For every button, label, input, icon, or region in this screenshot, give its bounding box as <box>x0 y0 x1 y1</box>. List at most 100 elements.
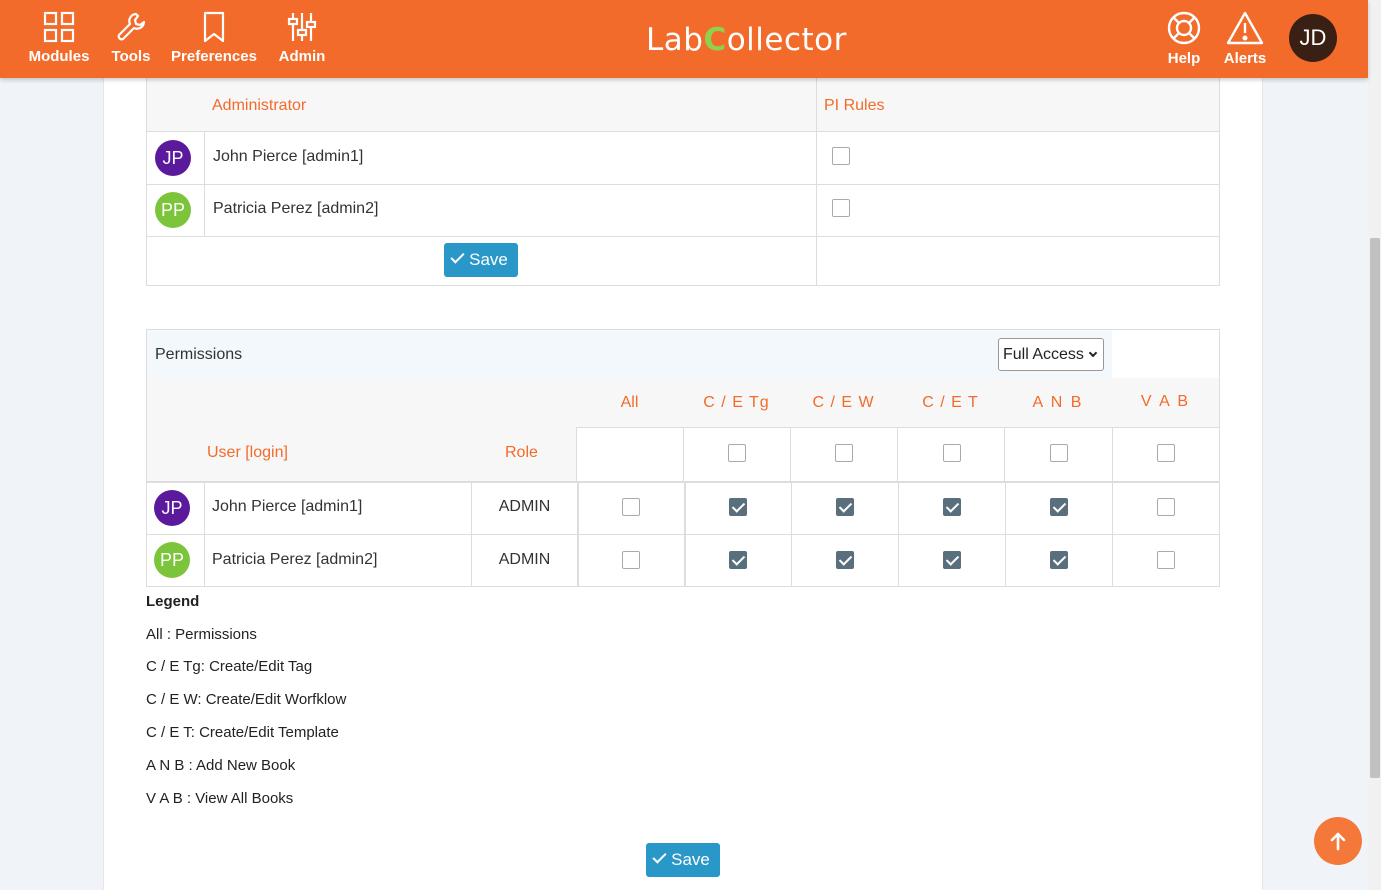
nav-preferences-label: Preferences <box>171 48 257 65</box>
nav-preferences[interactable]: Preferences <box>170 10 258 65</box>
save-button-label: Save <box>469 250 508 269</box>
avatar: PP <box>154 542 190 578</box>
nav-help[interactable]: Help <box>1164 10 1204 67</box>
page-scrollbar-thumb[interactable] <box>1370 238 1380 778</box>
perm-all-checkbox[interactable] <box>622 498 640 516</box>
perm-cew-checkbox[interactable] <box>836 498 854 516</box>
admin-pi-table: Administrator PI Rules JP John Pierce [a… <box>146 78 1220 286</box>
col-divider <box>1112 427 1113 482</box>
col-anb[interactable]: A N B <box>1004 394 1112 412</box>
col-user-login[interactable]: User [login] <box>207 444 288 462</box>
col-cew[interactable]: C / E W <box>790 394 897 412</box>
user-avatar[interactable]: JD <box>1289 14 1337 62</box>
admin-table-header <box>147 78 1219 132</box>
col-divider <box>898 482 899 586</box>
select-all-anb-checkbox[interactable] <box>1050 444 1068 462</box>
perm-anb-checkbox[interactable] <box>1050 498 1068 516</box>
col-divider <box>791 482 792 586</box>
save-permissions-button[interactable]: Save <box>646 843 720 877</box>
col-divider <box>577 482 579 586</box>
top-navbar: Modules Tools Preferences Admin LabColle… <box>0 0 1368 78</box>
nav-alerts[interactable]: Alerts <box>1222 10 1268 67</box>
nav-tools[interactable]: Tools <box>110 10 152 65</box>
user-name: Patricia Perez [admin2] <box>212 551 378 568</box>
select-all-cetg-checkbox[interactable] <box>728 444 746 462</box>
nav-tools-label: Tools <box>111 48 151 65</box>
scroll-to-top-button[interactable] <box>1314 817 1362 865</box>
wrench-icon <box>117 12 146 41</box>
user-role: ADMIN <box>498 551 551 568</box>
col-vab[interactable]: V A B <box>1112 393 1219 411</box>
nav-admin-label: Admin <box>278 48 326 65</box>
bookmark-icon <box>203 11 225 43</box>
check-icon <box>652 849 667 864</box>
legend-item: C / E Tg: Create/Edit Tag <box>146 658 313 675</box>
nav-modules[interactable]: Modules <box>28 10 90 65</box>
admin-name: John Pierce [admin1] <box>213 148 364 165</box>
logo-text-lab: Lab <box>646 22 704 58</box>
perm-cew-checkbox[interactable] <box>836 551 854 569</box>
grid-icon <box>43 11 75 43</box>
select-all-cew-checkbox[interactable] <box>835 444 853 462</box>
col-divider <box>204 482 205 586</box>
select-all-cet-checkbox[interactable] <box>943 444 961 462</box>
legend-item: C / E W: Create/Edit Worfklow <box>146 691 347 708</box>
legend-item: C / E T: Create/Edit Template <box>146 724 339 741</box>
perm-cetg-checkbox[interactable] <box>729 498 747 516</box>
col-pi-rules[interactable]: PI Rules <box>824 97 884 115</box>
nav-alerts-label: Alerts <box>1223 50 1267 67</box>
logo-text-ollector: ollector <box>726 22 847 58</box>
save-button[interactable]: Save <box>444 243 518 277</box>
select-all-vab-checkbox[interactable] <box>1157 444 1175 462</box>
avatar: JP <box>154 490 190 526</box>
logo-text-c: C <box>703 22 727 58</box>
col-role[interactable]: Role <box>505 444 538 462</box>
avatar: JP <box>155 140 191 176</box>
row-divider <box>146 534 1220 535</box>
chevron-down-icon <box>1088 348 1098 358</box>
pi-rules-checkbox[interactable] <box>832 199 850 217</box>
col-administrator[interactable]: Administrator <box>212 97 306 115</box>
access-level-select[interactable]: Full Access <box>998 338 1104 371</box>
nav-admin[interactable]: Admin <box>278 10 326 65</box>
col-all[interactable]: All <box>576 394 683 412</box>
legend-title: Legend <box>146 593 200 610</box>
user-name: John Pierce [admin1] <box>212 498 363 515</box>
col-divider <box>1112 482 1113 586</box>
perm-cet-checkbox[interactable] <box>943 498 961 516</box>
col-divider <box>684 482 686 586</box>
avatar: PP <box>155 192 191 228</box>
arrow-up-icon <box>1330 832 1346 851</box>
col-divider <box>897 427 898 482</box>
perm-cetg-checkbox[interactable] <box>729 551 747 569</box>
blank-cell <box>1112 329 1220 379</box>
perm-vab-checkbox[interactable] <box>1157 551 1175 569</box>
row-divider <box>147 236 1219 237</box>
row-divider <box>147 184 1219 185</box>
access-level-value: Full Access <box>1003 346 1084 363</box>
user-role: ADMIN <box>498 498 551 515</box>
save-button-label: Save <box>671 850 710 869</box>
col-divider <box>816 78 817 285</box>
col-divider <box>576 427 577 482</box>
col-divider <box>683 427 684 482</box>
sliders-icon <box>287 13 317 41</box>
legend-item: A N B : Add New Book <box>146 757 296 774</box>
admin-name: Patricia Perez [admin2] <box>213 200 379 217</box>
perm-cet-checkbox[interactable] <box>943 551 961 569</box>
col-divider <box>790 427 791 482</box>
nav-help-label: Help <box>1167 50 1201 67</box>
check-icon <box>450 249 465 264</box>
perm-all-checkbox[interactable] <box>622 551 640 569</box>
pi-rules-checkbox[interactable] <box>832 147 850 165</box>
perm-vab-checkbox[interactable] <box>1157 498 1175 516</box>
col-cetg[interactable]: C / E Tg <box>683 394 790 412</box>
warning-icon <box>1226 11 1264 45</box>
col-divider <box>1005 482 1006 586</box>
legend-item: V A B : View All Books <box>146 790 294 807</box>
permissions-title-cell: Permissions <box>146 329 576 379</box>
nav-modules-label: Modules <box>28 48 90 65</box>
perm-anb-checkbox[interactable] <box>1050 551 1068 569</box>
col-cet[interactable]: C / E T <box>897 394 1004 412</box>
labcollector-logo[interactable]: LabCollector <box>646 22 847 66</box>
